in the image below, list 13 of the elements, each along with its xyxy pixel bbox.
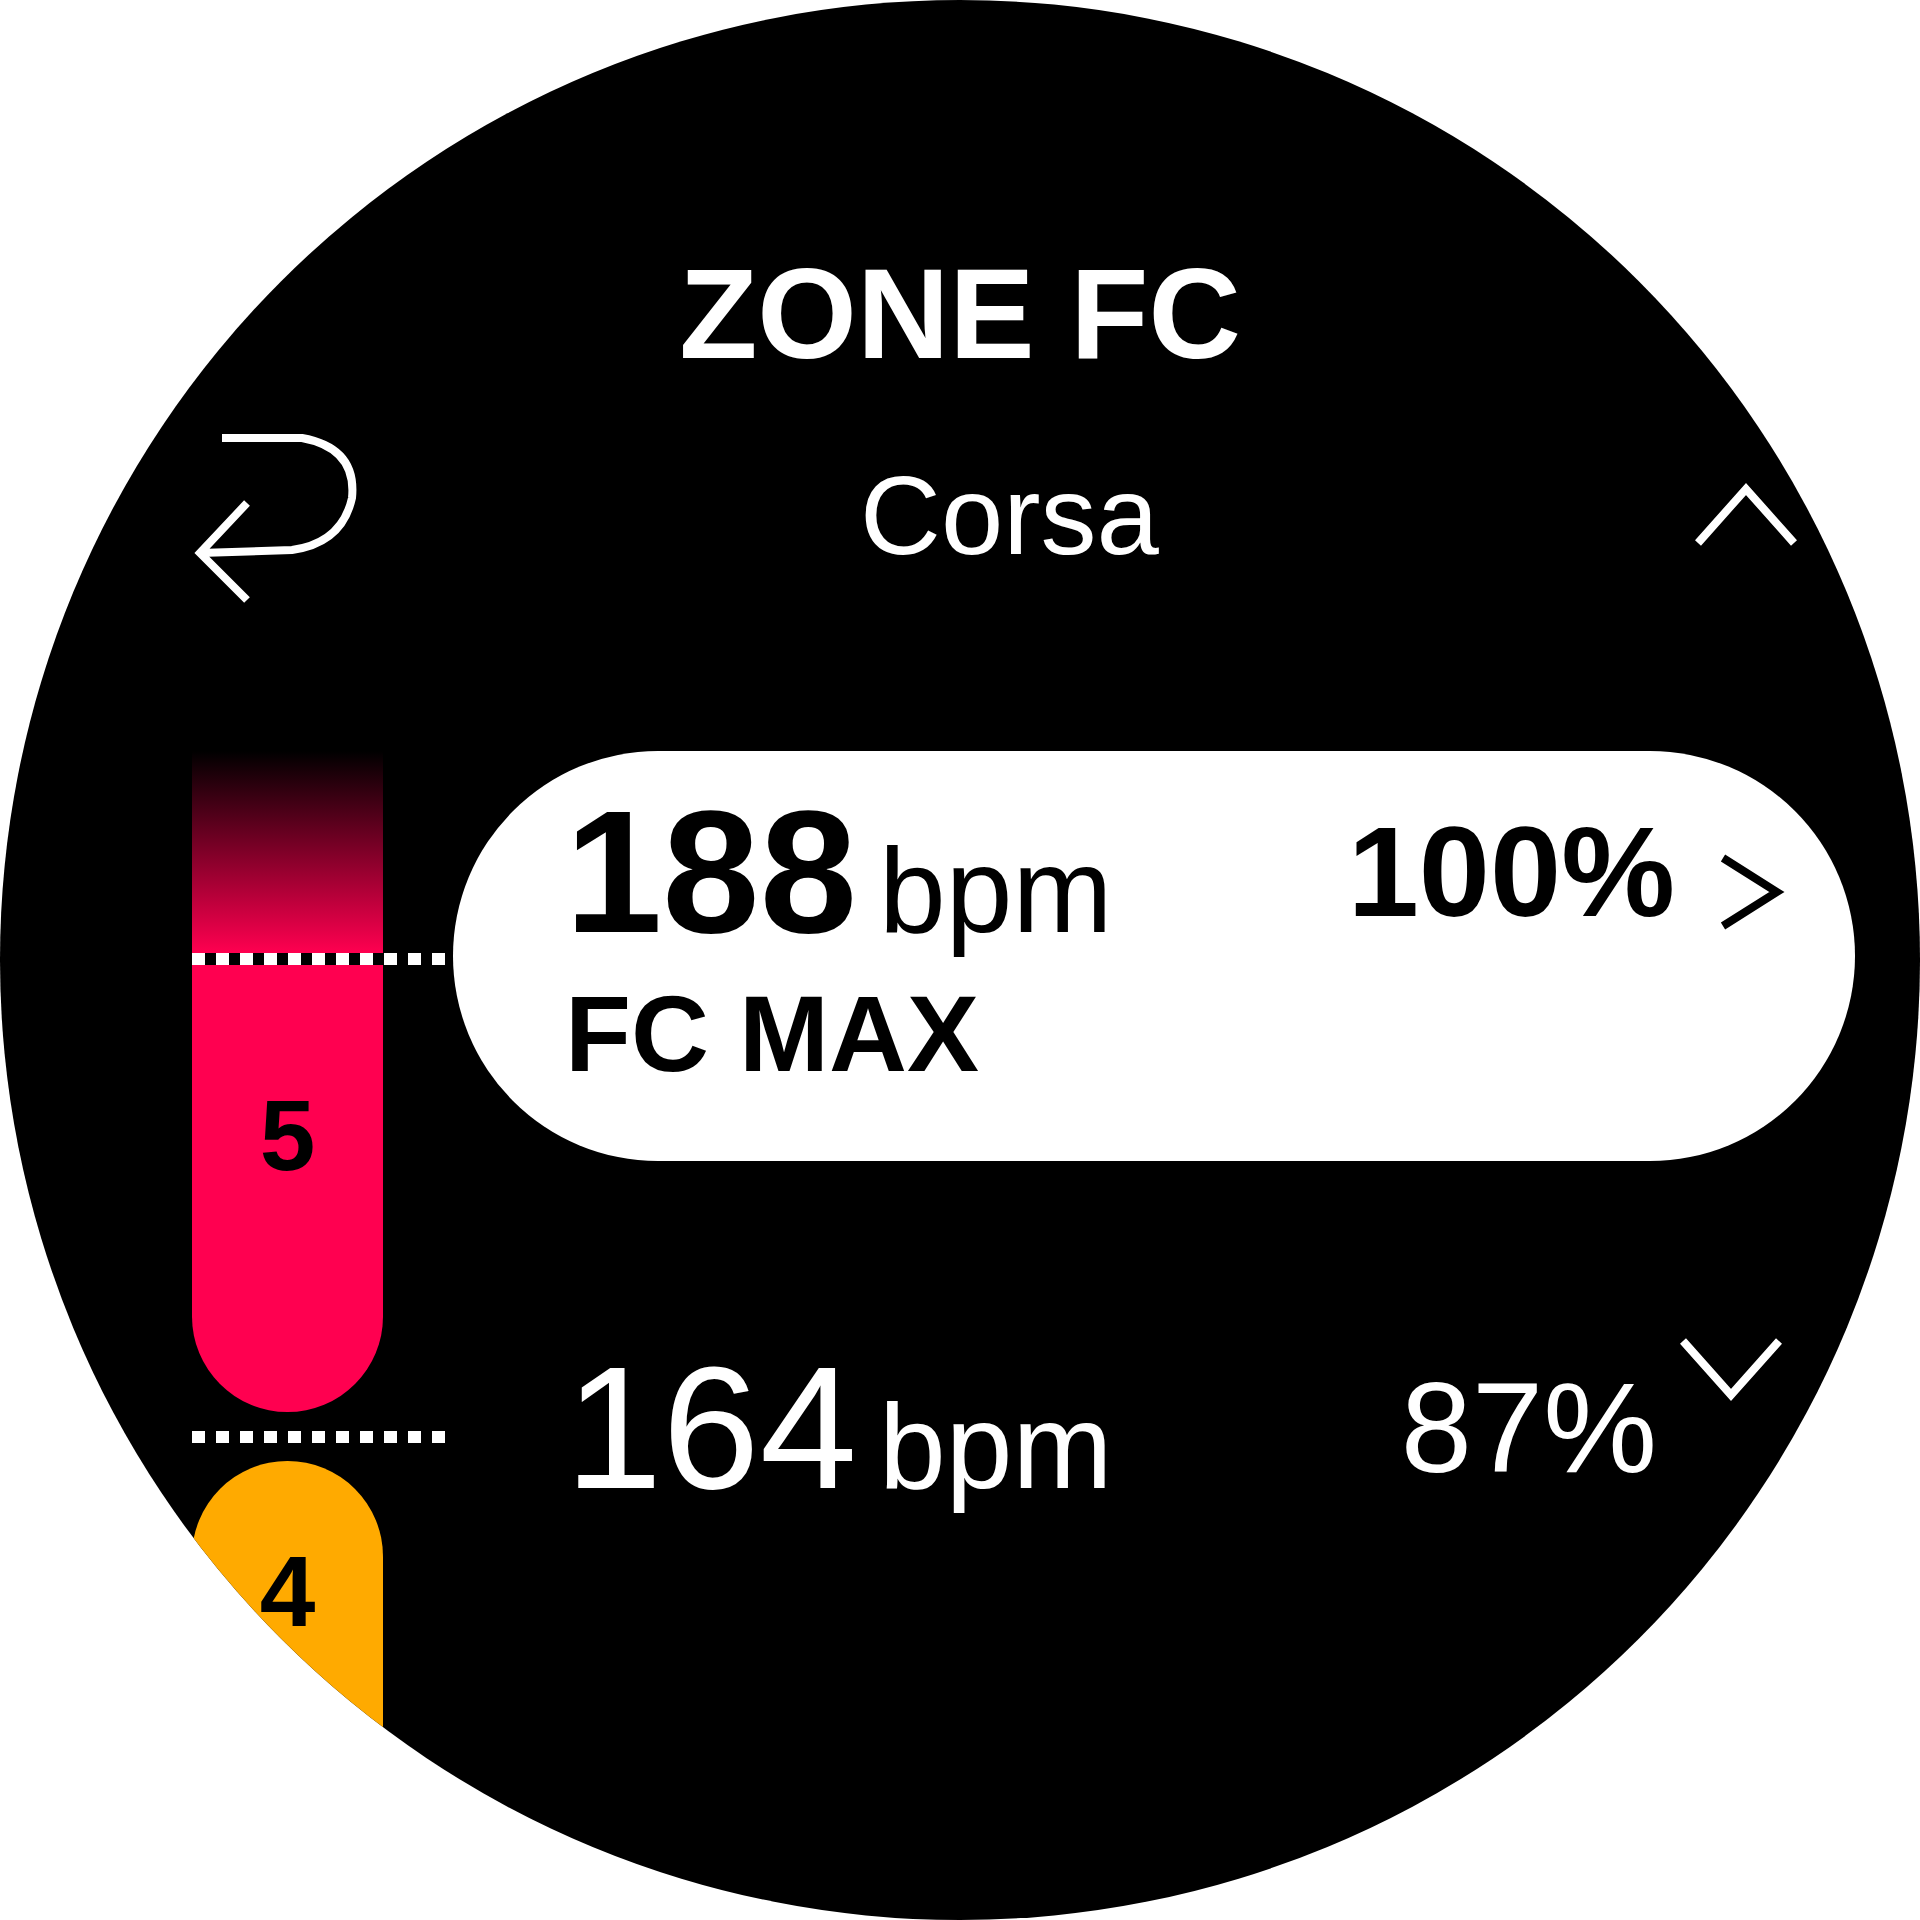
row-caption: FC MAX xyxy=(565,972,979,1097)
zone-row[interactable]: 164 bpm 87% xyxy=(453,1328,1855,1528)
percent-value: 100% xyxy=(1347,799,1675,946)
selected-zone-row[interactable]: 188 bpm 100% FC MAX xyxy=(453,751,1855,1161)
unit-label: bpm xyxy=(879,1378,1113,1516)
zone-number: 4 xyxy=(259,1541,316,1641)
sport-name: Corsa xyxy=(860,459,1159,572)
unit-label: bpm xyxy=(879,822,1113,959)
heart-rate-value: 164 xyxy=(565,1329,857,1528)
heart-rate-value: 188 xyxy=(565,773,857,971)
percent-value: 87% xyxy=(1400,1355,1657,1502)
zone-number: 5 xyxy=(259,1085,316,1185)
screen-title: ZONE FC xyxy=(679,250,1241,378)
